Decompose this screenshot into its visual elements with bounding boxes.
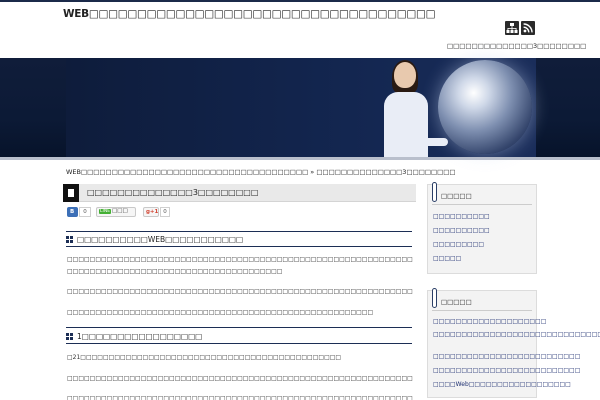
widget-divider — [432, 204, 532, 205]
widget-title: □□□□□ — [441, 298, 472, 306]
sidebar-link[interactable]: □□□□□ — [433, 255, 535, 263]
breadcrumb[interactable]: WEB□□□□□□□□□□□□□□□□□□□□□□□□□□□□□□□□□□□□□… — [66, 168, 456, 176]
article-title-bar: □□□□□□□□□□□□□□3□□□□□□□□ — [63, 184, 416, 202]
sidebar-link[interactable]: □□□□□□□□□□□□□□□□□□□□□□□□□□□□□□□□□ — [433, 331, 600, 339]
paragraph: □□□□□□□□□□□□□□□□□□□□□□□□□□□□□□□□□□□□□□ — [67, 268, 283, 275]
hatena-bookmark-button[interactable]: B — [67, 207, 78, 217]
section-divider — [66, 231, 412, 232]
section-divider — [66, 327, 412, 328]
line-share-button[interactable]: LINE □□□ — [96, 207, 136, 217]
sidebar-link[interactable]: □□□□□□□□□ — [433, 241, 535, 249]
site-title[interactable]: WEB□□□□□□□□□□□□□□□□□□□□□□□□□□□□□□□□□□□□ — [63, 8, 436, 20]
site-tagline: □□□□□□□□□□□□□□3□□□□□□□□ — [447, 42, 587, 50]
hero-bottom-border — [0, 157, 600, 160]
paragraph: □□□□□□□□□□□□□□□□□□□□□□□□□□□□□□□□□□□□□□□□… — [67, 309, 374, 316]
article-title: □□□□□□□□□□□□□□3□□□□□□□□ — [87, 188, 259, 197]
document-icon — [63, 184, 79, 202]
gplus-count: 0 — [160, 207, 170, 217]
gplus-icon: g+1 — [146, 209, 159, 215]
sidebar-link[interactable]: □□□□□□□□□□ — [433, 227, 535, 235]
paragraph: □□□□□□□□□□□□□□□□□□□□□□□□□□□□□□□□□□□□□□□□… — [67, 395, 413, 400]
section-heading: 1□□□□□□□□□□□□□□□□□ — [66, 330, 412, 344]
section-heading-text: □□□□□□□□□□WEB□□□□□□□□□□□ — [77, 235, 244, 244]
sidebar-link[interactable]: □□□□□□□□□□□□□□□□□□□□□□□□□□ — [433, 367, 580, 375]
paragraph: □□□□□□□□□□□□□□□□□□□□□□□□□□□□□□□□□□□□□□□□… — [67, 288, 413, 295]
section-bullet-icon — [66, 333, 73, 340]
sidebar-link[interactable]: □□□□□□□□□□□□□□□□□□□□□□□□□□ — [433, 353, 580, 361]
line-share-label: □□□ — [112, 208, 128, 214]
paragraph: □□□□□□□□□□□□□□□□□□□□□□□□□□□□□□□□□□□□□□□□… — [67, 375, 413, 382]
section-bullet-icon — [66, 236, 73, 243]
presenter-image — [378, 60, 448, 158]
sidebar-widget-posts: □□□□□ □□□□□□□□□□□□□□□□□□□□ □□□□□□□□□□□□□… — [427, 288, 600, 398]
paperclip-icon — [432, 288, 437, 308]
rss-icon[interactable] — [521, 21, 535, 35]
paragraph: □□□□□□□□□□□□□□□□□□□□□□□□□□□□□□□□□□□□□□□□… — [67, 256, 413, 263]
section-heading-text: 1□□□□□□□□□□□□□□□□□ — [77, 332, 203, 341]
hatena-count: 0 — [79, 207, 91, 217]
top-border — [0, 0, 600, 2]
section-heading: □□□□□□□□□□WEB□□□□□□□□□□□ — [66, 233, 412, 247]
paragraph: □21□□□□□□□□□□□□□□□□□□□□□□□□□□□□□□□□□□□□□… — [67, 354, 342, 361]
hatena-icon: B — [70, 209, 75, 215]
gplus-button[interactable]: g+1 — [143, 207, 159, 217]
sidebar-link[interactable]: □□□□Web□□□□□□□□□□□□□□□□□□ — [433, 381, 571, 389]
sidebar-widget-menu: □□□□□ □□□□□□□□□□ □□□□□□□□□□ □□□□□□□□□ □□… — [427, 182, 537, 274]
sitemap-icon[interactable] — [505, 21, 519, 35]
paperclip-icon — [432, 182, 437, 202]
globe-image — [438, 60, 532, 154]
widget-title: □□□□□ — [441, 192, 472, 200]
line-icon: LINE — [99, 209, 112, 214]
sidebar-link[interactable]: □□□□□□□□□□ — [433, 213, 535, 221]
widget-divider — [432, 310, 532, 311]
sidebar-link[interactable]: □□□□□□□□□□□□□□□□□□□□ — [433, 318, 546, 326]
